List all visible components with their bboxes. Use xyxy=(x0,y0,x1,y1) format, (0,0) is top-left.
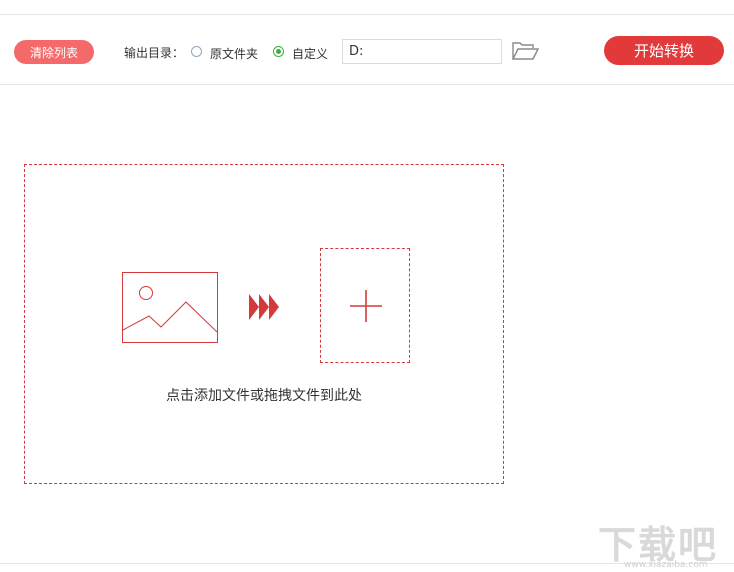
browse-folder-button[interactable] xyxy=(511,40,540,62)
output-path-input[interactable] xyxy=(342,39,502,64)
drop-zone[interactable] xyxy=(24,164,504,484)
radio-custom-label[interactable]: 自定义 xyxy=(292,45,328,62)
clear-list-button[interactable]: 清除列表 xyxy=(14,40,94,64)
drop-hint-text: 点击添加文件或拖拽文件到此处 xyxy=(166,388,362,404)
image-icon xyxy=(122,272,218,343)
watermark-url: www.xiazaiba.com xyxy=(624,560,708,570)
start-convert-button[interactable]: 开始转换 xyxy=(604,36,724,65)
triple-arrow-icon xyxy=(249,294,279,320)
toolbar-divider xyxy=(0,84,734,85)
plus-icon xyxy=(350,290,382,322)
radio-custom[interactable] xyxy=(273,46,284,57)
radio-original-folder-label[interactable]: 原文件夹 xyxy=(210,45,258,62)
radio-original-folder[interactable] xyxy=(191,46,202,57)
add-file-box[interactable] xyxy=(320,248,410,363)
output-dir-label: 输出目录： xyxy=(124,46,185,60)
folder-open-icon xyxy=(511,42,540,60)
